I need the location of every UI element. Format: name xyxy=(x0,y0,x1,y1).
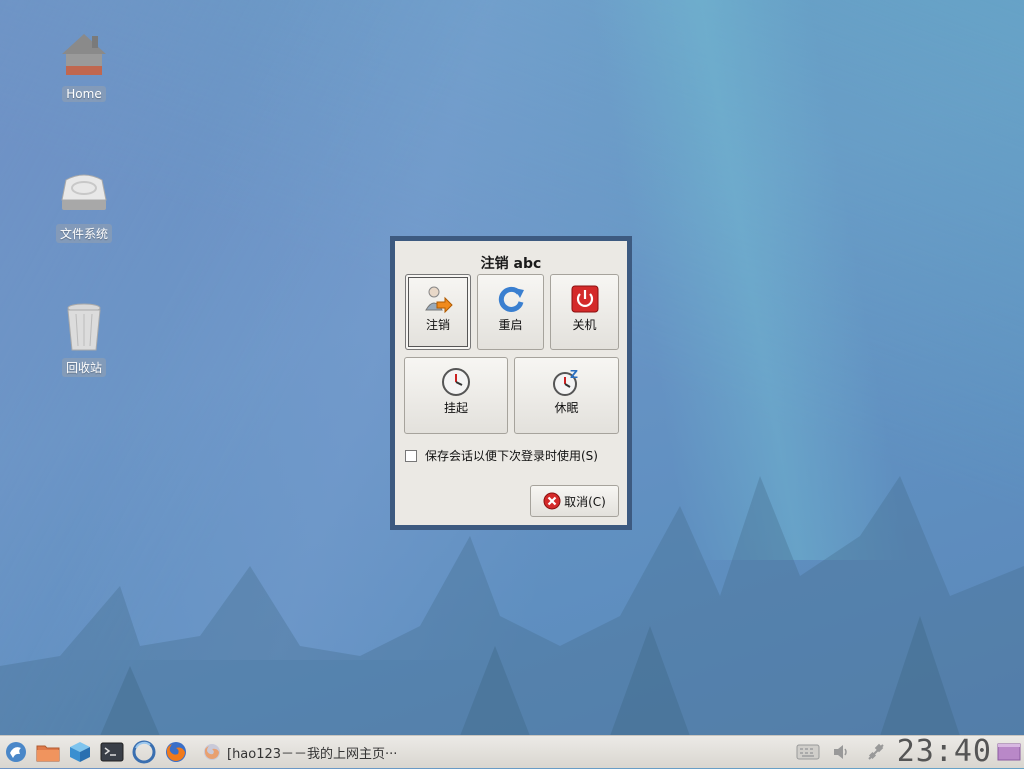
save-session-label: 保存会话以便下次登录时使用(S) xyxy=(425,449,598,463)
shutdown-button[interactable]: 关机 xyxy=(550,274,619,350)
restart-label: 重启 xyxy=(498,318,523,332)
clock[interactable]: 23:40 xyxy=(897,736,992,768)
firefox-icon xyxy=(203,743,221,761)
trash-icon xyxy=(56,300,112,356)
sleep-clock-icon: Z xyxy=(552,367,582,397)
clock-icon xyxy=(441,367,471,397)
firefox-icon[interactable] xyxy=(163,739,189,765)
cancel-label: 取消(C) xyxy=(564,494,606,509)
volume-icon[interactable] xyxy=(829,739,855,765)
logout-dialog: 注销 abc 注销 重启 关机 挂起 Z 休眠 保存会话以便下次登录时使用(S)… xyxy=(390,236,632,530)
system-tray: 23:40 xyxy=(795,736,1024,768)
taskbar-window-button[interactable]: [hao123－－我的上网主页··· xyxy=(203,743,397,762)
save-session-row[interactable]: 保存会话以便下次登录时使用(S) xyxy=(405,447,598,464)
taskbar: [hao123－－我的上网主页··· 23:40 xyxy=(0,735,1024,768)
menu-icon[interactable] xyxy=(3,739,29,765)
package-icon[interactable] xyxy=(67,739,93,765)
hibernate-button[interactable]: Z 休眠 xyxy=(514,357,619,434)
workspace-icon[interactable] xyxy=(996,739,1022,765)
save-session-checkbox[interactable] xyxy=(405,449,417,462)
keyboard-icon[interactable] xyxy=(795,739,821,765)
browser-icon[interactable] xyxy=(131,739,157,765)
desktop-icon-home[interactable]: Home xyxy=(44,28,124,102)
shutdown-label: 关机 xyxy=(572,318,597,332)
svg-text:Z: Z xyxy=(570,368,578,381)
logout-label: 注销 xyxy=(425,318,450,332)
desktop-icon-label: Home xyxy=(62,86,106,102)
cancel-icon xyxy=(543,492,561,510)
drive-icon xyxy=(56,166,112,222)
restart-button[interactable]: 重启 xyxy=(477,274,544,350)
home-icon xyxy=(56,28,112,84)
restart-icon xyxy=(496,284,526,314)
desktop-icon-filesystem[interactable]: 文件系统 xyxy=(44,166,124,243)
power-icon xyxy=(570,284,600,314)
logout-icon xyxy=(423,284,453,314)
logout-button[interactable]: 注销 xyxy=(405,274,471,350)
terminal-icon[interactable] xyxy=(99,739,125,765)
cancel-button[interactable]: 取消(C) xyxy=(530,485,619,517)
desktop-icon-label: 文件系统 xyxy=(55,224,112,243)
suspend-button[interactable]: 挂起 xyxy=(404,357,508,434)
hibernate-label: 休眠 xyxy=(554,401,579,415)
suspend-label: 挂起 xyxy=(443,401,468,415)
network-icon[interactable] xyxy=(863,739,889,765)
desktop-icon-label: 回收站 xyxy=(61,358,106,377)
taskbar-window-title: [hao123－－我的上网主页··· xyxy=(227,746,398,762)
desktop-icon-trash[interactable]: 回收站 xyxy=(44,300,124,377)
dialog-title: 注销 abc xyxy=(480,256,542,272)
folder-icon[interactable] xyxy=(35,739,61,765)
